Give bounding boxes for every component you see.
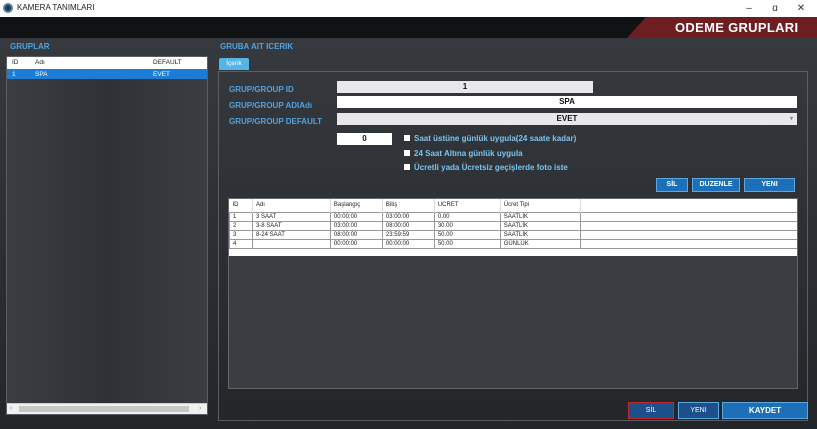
column-header-id[interactable]: ID — [12, 59, 19, 66]
cell-price: 0.00 — [433, 211, 501, 222]
list-item-name: SPA — [35, 71, 48, 78]
new-row-button[interactable]: YENI — [744, 178, 795, 192]
cell-end: 08:00:00 — [381, 220, 435, 231]
checkbox-label: Saat üstüne günlük uygula(24 saate kadar… — [414, 134, 577, 143]
tab-icerik[interactable]: İçerik — [219, 58, 249, 70]
cell-name — [251, 238, 331, 249]
checkbox-box[interactable] — [404, 164, 410, 170]
cell-price-type: GÜNLÜK — [499, 238, 581, 249]
cell-end: 23:59:59 — [381, 229, 435, 240]
column-header-price-type[interactable]: Ücret Tipi — [500, 199, 581, 212]
chevron-down-icon[interactable]: ▾ — [790, 113, 793, 125]
checkbox-daily-over-hours[interactable]: Saat üstüne günlük uygula(24 saate kadar… — [404, 134, 576, 143]
group-id-label: GRUP/GROUP ID — [229, 85, 294, 94]
cell-price: 50.00 — [433, 238, 501, 249]
group-name-label: GRUP/GROUP ADIAdı — [229, 101, 313, 110]
cell-start: 00:00:00 — [329, 238, 383, 249]
page-banner: ODEME GRUPLARI — [627, 17, 817, 38]
group-id-field: 1 — [337, 81, 593, 93]
table-row[interactable]: 2 3-8 SAAT 03:00:00 08:00:00 30.00 SAATL… — [229, 220, 797, 231]
cell-name: 8-24 SAAT — [251, 229, 331, 240]
cell-end: 00:00:00 — [381, 238, 435, 249]
cell-start: 08:00:00 — [329, 229, 383, 240]
cell-id: 4 — [229, 238, 253, 249]
cell-end: 03:00:00 — [381, 211, 435, 222]
column-header-name[interactable]: Adı — [252, 199, 331, 212]
close-button[interactable]: ✕ — [789, 1, 813, 16]
cell-price: 30.00 — [433, 220, 501, 231]
list-item[interactable]: 1 SPA EVET — [7, 69, 207, 79]
checkbox-photo-required[interactable]: Ücretli yada Ücretsiz geçişlerde foto is… — [404, 163, 568, 172]
column-header-start[interactable]: Başlangıç — [330, 199, 383, 212]
list-item-default: EVET — [153, 71, 170, 78]
scroll-right-icon[interactable]: › — [199, 405, 201, 412]
column-header-filler — [580, 199, 797, 212]
cell-price-type: SAATLİK — [499, 229, 581, 240]
groups-list-header: ID Adı DEFAULT — [7, 57, 207, 69]
cell-filler — [579, 238, 797, 249]
maximize-button[interactable]: ɑ — [763, 1, 787, 16]
column-header-id[interactable]: ID — [229, 199, 253, 212]
cell-id: 3 — [229, 229, 253, 240]
groups-list[interactable]: ID Adı DEFAULT 1 SPA EVET ‹ › — [6, 56, 208, 415]
edit-row-button[interactable]: DUZENLE — [692, 178, 740, 192]
column-header-price[interactable]: UCRET — [434, 199, 501, 212]
group-name-field[interactable]: SPA — [337, 96, 797, 108]
column-header-name[interactable]: Adı — [35, 59, 45, 66]
cell-filler — [579, 220, 797, 231]
column-header-end[interactable]: Bitiş — [382, 199, 435, 212]
cell-id: 2 — [229, 220, 253, 231]
table-header-row: ID Adı Başlangıç Bitiş UCRET Ücret Tipi — [229, 199, 798, 212]
page-title: ODEME GRUPLARI — [675, 20, 799, 35]
checkbox-label: 24 Saat Altına günlük uygula — [414, 149, 523, 158]
table-row[interactable]: 1 3 SAAT 00:00:00 03:00:00 0.00 SAATLİK — [229, 211, 797, 222]
window-title: KAMERA TANIMLARI — [17, 3, 95, 12]
pricing-table[interactable]: ID Adı Başlangıç Bitiş UCRET Ücret Tipi … — [228, 198, 798, 389]
cell-price: 50.00 — [433, 229, 501, 240]
cell-filler — [579, 229, 797, 240]
cell-price-type: SAATLİK — [499, 211, 581, 222]
list-item-id: 1 — [12, 71, 16, 78]
delete-button[interactable]: SİL — [628, 402, 674, 419]
new-button[interactable]: YENI — [678, 402, 719, 419]
checkbox-daily-under-24[interactable]: 24 Saat Altına günlük uygula — [404, 149, 523, 158]
scroll-left-icon[interactable]: ‹ — [10, 405, 12, 412]
main-area: GRUPLAR ID Adı DEFAULT 1 SPA EVET ‹ › GR… — [0, 38, 817, 429]
minimize-button[interactable]: – — [737, 1, 761, 16]
horizontal-scrollbar[interactable]: ‹ › — [7, 403, 207, 414]
delete-row-button[interactable]: SİL — [656, 178, 688, 192]
cell-filler — [579, 211, 797, 222]
content-section-title: GRUBA AIT ICERIK — [220, 42, 294, 51]
scrollbar-thumb[interactable] — [19, 406, 189, 412]
header-bar: ODEME GRUPLARI — [0, 17, 817, 38]
groups-section-title: GRUPLAR — [10, 42, 50, 51]
cell-name: 3-8 SAAT — [251, 220, 331, 231]
group-default-select[interactable]: EVET ▾ — [337, 113, 797, 125]
checkbox-box[interactable] — [404, 150, 410, 156]
pricing-grid: ID Adı Başlangıç Bitiş UCRET Ücret Tipi … — [229, 199, 797, 249]
checkbox-box[interactable] — [404, 135, 410, 141]
cell-start: 00:00:00 — [329, 211, 383, 222]
group-default-value: EVET — [556, 114, 578, 123]
column-header-default[interactable]: DEFAULT — [153, 59, 182, 66]
table-row[interactable]: 3 8-24 SAAT 08:00:00 23:59:59 50.00 SAAT… — [229, 229, 797, 240]
cell-id: 1 — [229, 211, 253, 222]
hours-input[interactable]: 0 — [337, 133, 392, 145]
cell-price-type: SAATLİK — [499, 220, 581, 231]
title-bar: KAMERA TANIMLARI – ɑ ✕ — [0, 0, 817, 17]
app-icon — [3, 3, 13, 13]
save-button[interactable]: KAYDET — [722, 402, 808, 419]
table-row[interactable]: 4 00:00:00 00:00:00 50.00 GÜNLÜK — [229, 238, 797, 249]
checkbox-label: Ücretli yada Ücretsiz geçişlerde foto is… — [414, 163, 568, 172]
cell-name: 3 SAAT — [251, 211, 331, 222]
cell-start: 03:00:00 — [329, 220, 383, 231]
group-default-label: GRUP/GROUP DEFAULT — [229, 117, 323, 126]
